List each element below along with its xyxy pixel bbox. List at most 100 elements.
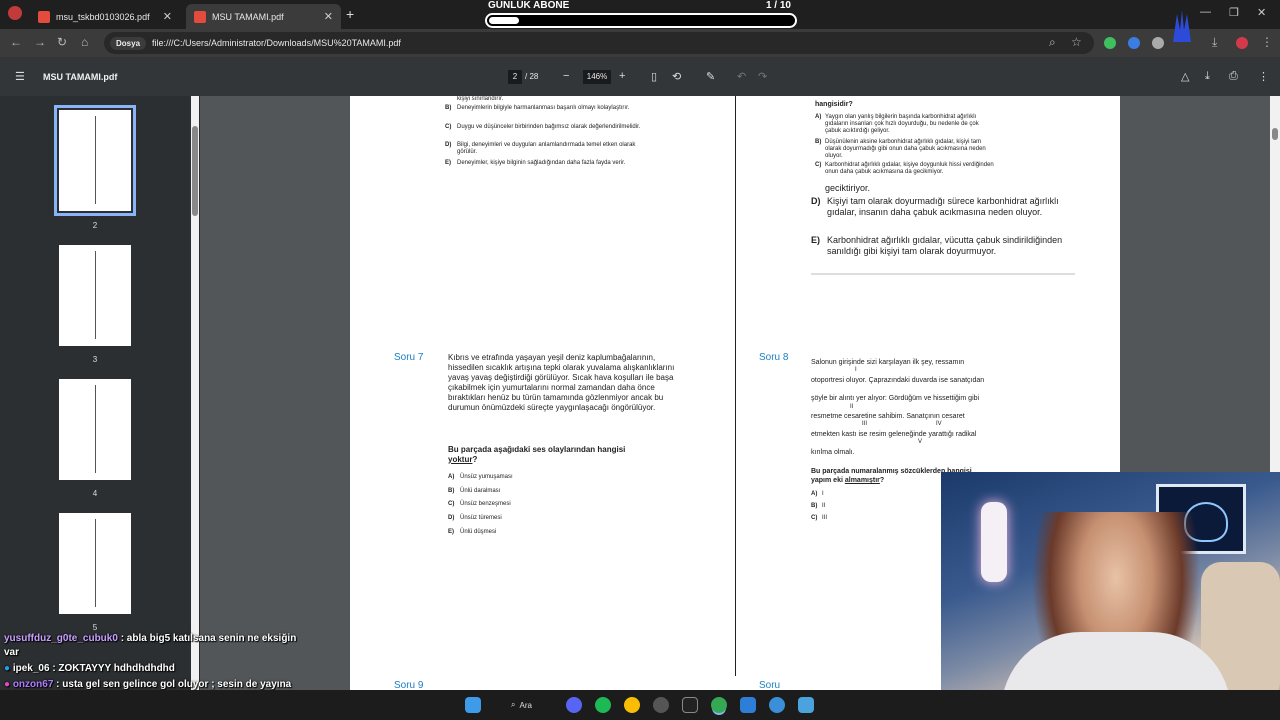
option-letter: D): [445, 142, 452, 148]
reload-icon[interactable]: ↻: [57, 35, 67, 49]
fit-page-icon[interactable]: ▯: [651, 70, 657, 83]
option-text: Bilgi, deneyimleri ve duyguları anlamlan…: [457, 142, 636, 155]
numeral: III: [862, 421, 868, 427]
page-thumbnail-4[interactable]: [59, 379, 131, 480]
forward-icon[interactable]: →: [34, 35, 46, 49]
close-icon[interactable]: ✕: [324, 10, 333, 23]
chat-badge-icon: ●: [4, 663, 11, 674]
bookmark-star-icon[interactable]: ☆: [1071, 35, 1082, 49]
passage-line: şöyle bir alıntı yer alıyor: Gördüğüm ve…: [811, 395, 980, 402]
new-tab-button[interactable]: +: [346, 6, 354, 22]
option-letter: C): [811, 515, 818, 521]
window-close-icon[interactable]: ✕: [1257, 6, 1266, 19]
windows-start-icon[interactable]: [465, 697, 481, 713]
pdf-toolbar: ☰ MSU TAMAMI.pdf 2 / 28 − 146% + ▯ ⟲ ✎ ↶…: [0, 57, 1280, 96]
option-text: Duygu ve düşünceler birbirinden bağımsız…: [457, 124, 641, 130]
chat-username: onzon67: [12, 679, 54, 690]
annotate-icon[interactable]: ✎: [706, 70, 715, 83]
page-thumbnail-5[interactable]: [59, 513, 131, 614]
pdf-title: MSU TAMAMI.pdf: [43, 72, 118, 82]
undo-icon[interactable]: ↶: [737, 70, 746, 83]
microphone: [981, 502, 1007, 582]
option-text: Ünsüz yumuşaması: [460, 474, 513, 480]
option-text: Karbonhidrat ağırlıklı gıdalar, kişiye d…: [825, 162, 994, 175]
profile-avatar-icon[interactable]: [1236, 37, 1248, 49]
option-text: Ünsüz türemesi: [460, 515, 502, 521]
drive-icon[interactable]: △: [1181, 70, 1189, 83]
page-number-input[interactable]: 2: [508, 70, 522, 84]
zoom-out-icon[interactable]: −: [563, 70, 569, 82]
chrome-icon[interactable]: [624, 697, 640, 713]
redo-icon[interactable]: ↷: [758, 70, 767, 83]
site-info-chip[interactable]: Dosya: [110, 36, 147, 50]
pdf-icon: [38, 10, 50, 23]
question-label: Soru 7: [394, 352, 424, 363]
minimize-icon[interactable]: —: [1200, 6, 1211, 18]
print-icon[interactable]: ⎙: [1229, 70, 1238, 83]
option-letter: A): [811, 491, 818, 497]
app-icon[interactable]: [682, 697, 698, 713]
rotate-icon[interactable]: ⟲: [672, 70, 681, 83]
close-icon[interactable]: ✕: [163, 10, 172, 23]
passage-line: etmekten kastı ise resim geleneğinde yar…: [811, 431, 977, 438]
zoom-icon[interactable]: ⌕: [1049, 35, 1056, 50]
option-letter: A): [815, 114, 822, 120]
option-text: Karbonhidrat ağırlıklı gıdalar, vücutta …: [827, 235, 1063, 256]
chat-badge-icon: ●: [4, 679, 11, 690]
spotify-icon[interactable]: [595, 697, 611, 713]
numeral: I: [855, 367, 857, 373]
extension-audio-icon[interactable]: [1128, 37, 1140, 49]
option-letter: B): [815, 139, 822, 145]
thumbnail-sidebar: 2 3 4 5: [0, 96, 200, 690]
more-icon[interactable]: ⋮: [1258, 70, 1269, 83]
zoom-input[interactable]: 146%: [583, 70, 611, 84]
divider: [811, 273, 1075, 275]
maximize-icon[interactable]: ❐: [1229, 6, 1239, 19]
chat-username: ipek_06: [12, 663, 50, 674]
option-letter: E): [448, 529, 454, 535]
taskbar-search[interactable]: ⌕ Ara: [503, 697, 553, 713]
option-text: Kişiyi tam olarak doyurmadığı sürece kar…: [827, 196, 1059, 217]
address-bar[interactable]: Dosya file:///C:/Users/Administrator/Dow…: [104, 32, 1094, 54]
option-letter: D): [448, 515, 455, 521]
goal-count: 1 / 10: [765, 0, 791, 11]
page-total: / 28: [525, 72, 539, 81]
page-thumbnail-2[interactable]: [54, 105, 136, 216]
page-thumbnail-3[interactable]: [59, 245, 131, 346]
tab-msu-tamami[interactable]: MSU TAMAMI.pdf ✕: [186, 4, 341, 29]
option-text: Yaygın olan yanlış bilgilerin başında ka…: [825, 114, 979, 134]
numeral: V: [918, 439, 923, 445]
zoom-in-icon[interactable]: +: [619, 70, 625, 82]
download-icon[interactable]: ⤓: [1212, 35, 1217, 50]
chrome-active-icon[interactable]: [711, 697, 727, 713]
browser-profile-icon[interactable]: [8, 6, 22, 20]
home-icon[interactable]: ⌂: [81, 35, 88, 49]
option-letter: D): [811, 196, 821, 206]
discord-icon[interactable]: [566, 697, 582, 713]
question-text: hangisidir?: [815, 101, 853, 108]
option-text: Deneyimler, kişiye bilginin sağladığında…: [457, 160, 626, 166]
thumbnail-number: 3: [92, 355, 98, 364]
taskbar: ⌕ Ara: [0, 690, 1280, 720]
photos-icon[interactable]: [740, 697, 756, 713]
back-icon[interactable]: ←: [10, 35, 22, 49]
tab-label: msu_tskbd0103026.pdf: [56, 11, 150, 22]
option-text: geciktiriyor.: [825, 183, 871, 193]
option-text: Ünlü daralması: [460, 488, 501, 494]
question-label: Soru 8: [759, 352, 789, 363]
menu-dots-icon[interactable]: ⋮: [1261, 35, 1273, 49]
address-bar-row: ← → ↻ ⌂ Dosya file:///C:/Users/Administr…: [0, 29, 1280, 57]
option-letter: C): [445, 124, 452, 130]
steam-icon[interactable]: [653, 697, 669, 713]
extension-shield-icon[interactable]: [1104, 37, 1116, 49]
extension-icon[interactable]: [1152, 37, 1164, 49]
sidebar-menu-icon[interactable]: ☰: [15, 70, 25, 83]
chat-username: yusuffduz_g0te_cubuk0: [4, 633, 118, 644]
app-icon[interactable]: [798, 697, 814, 713]
edge-icon[interactable]: [769, 697, 785, 713]
pdf-download-icon[interactable]: ⤓: [1205, 70, 1210, 83]
subscriber-goal-overlay: GÜNLÜK ABONE 1 / 10: [485, 0, 797, 28]
option-text: Ünlü düşmesi: [460, 529, 497, 535]
sidebar-scrollbar[interactable]: [191, 96, 199, 690]
tab-msu-tskbd[interactable]: msu_tskbd0103026.pdf ✕: [30, 4, 180, 29]
